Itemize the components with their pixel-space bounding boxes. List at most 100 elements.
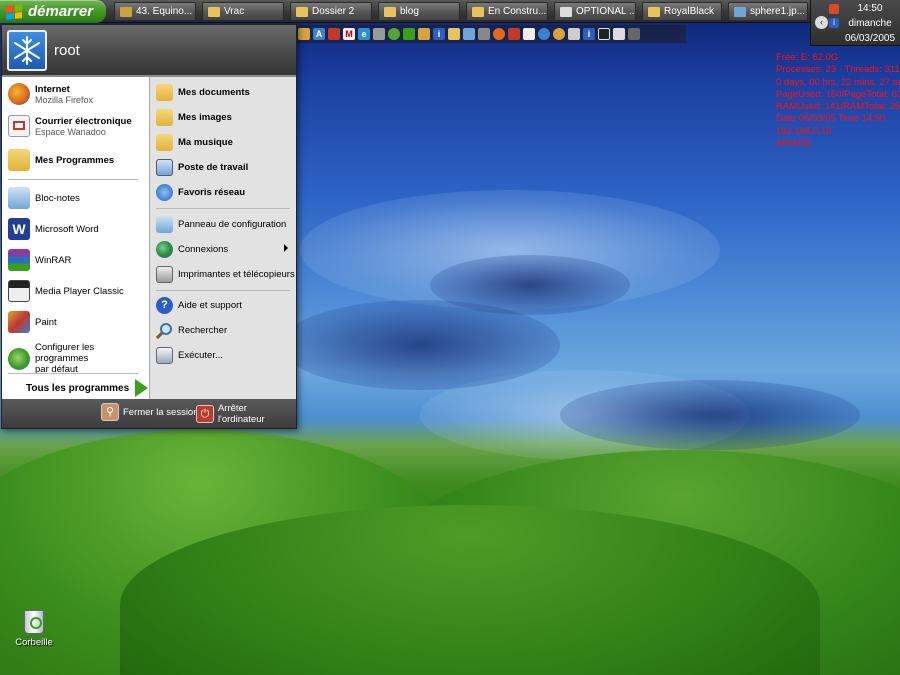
help-icon: ?: [156, 297, 173, 314]
app-icon[interactable]: [613, 28, 625, 40]
taskbar-button[interactable]: sphere1.jp...: [728, 2, 808, 21]
app-icon[interactable]: [403, 28, 415, 40]
menu-item-connections[interactable]: Connexions: [156, 241, 294, 258]
app-icon[interactable]: [538, 28, 550, 40]
menu-item-my-computer[interactable]: Poste de travail: [156, 159, 248, 176]
menu-item-notepad[interactable]: Bloc-notes: [8, 187, 80, 209]
info-icon[interactable]: i: [583, 28, 595, 40]
folder-icon: [120, 6, 132, 17]
app-icon[interactable]: [388, 28, 400, 40]
app-icon[interactable]: [328, 28, 340, 40]
menu-item-label: Microsoft Word: [35, 223, 99, 235]
mail-icon: [8, 115, 30, 137]
menu-item-paint[interactable]: Paint: [8, 311, 57, 333]
menu-item-email[interactable]: Courrier électronique Espace Wanadoo: [8, 115, 132, 137]
menu-item-printers[interactable]: Imprimantes et télécopieurs: [156, 266, 295, 283]
menu-item-help[interactable]: ? Aide et support: [156, 297, 242, 314]
start-menu: root Internet Mozilla Firefox Courrier é…: [1, 24, 297, 429]
network-tray-icon[interactable]: [829, 4, 839, 14]
start-menu-left-pane: Internet Mozilla Firefox Courrier électr…: [2, 77, 149, 399]
show-hidden-icons-button[interactable]: ‹: [815, 16, 828, 29]
winrar-icon: [8, 249, 30, 271]
menu-item-word[interactable]: W Microsoft Word: [8, 218, 99, 240]
menu-item-subtitle: Mozilla Firefox: [35, 94, 94, 105]
clock-day: dimanche: [848, 18, 892, 29]
windows-logo-icon: [6, 3, 22, 20]
sysinfo-line: Date 06/03/05 Time 14:50: [776, 113, 886, 125]
logoff-button[interactable]: ⚲ Fermer la session: [101, 403, 199, 421]
menu-item-title: Internet: [35, 83, 70, 95]
taskbar-button[interactable]: Dossier 2: [290, 2, 372, 21]
taskbar-button[interactable]: RoyalBlack: [642, 2, 722, 21]
menu-item-label: Ma musique: [178, 137, 233, 148]
menu-item-label: Configurer les programmes: [35, 342, 95, 364]
app-icon[interactable]: M: [343, 28, 355, 40]
avatar[interactable]: [7, 30, 47, 71]
defaults-icon: [8, 347, 30, 370]
app-icon[interactable]: [523, 28, 535, 40]
app-icon[interactable]: [568, 28, 580, 40]
menu-item-my-pictures[interactable]: Mes images: [156, 109, 232, 126]
taskbar-button[interactable]: Vrac: [202, 2, 284, 21]
menu-item-label: Mes documents: [178, 87, 250, 98]
menu-item-run[interactable]: Exécuter...: [156, 347, 223, 364]
recycle-bin-label: Corbeille: [15, 637, 53, 648]
menu-item-control-panel[interactable]: Panneau de configuration: [156, 216, 286, 233]
taskbar-button[interactable]: blog: [378, 2, 460, 21]
taskbar-button-label: blog: [400, 6, 419, 17]
sysinfo-line: ARIANE: [776, 138, 812, 150]
taskbar-button[interactable]: OPTIONAL ...: [554, 2, 636, 21]
menu-item-network-places[interactable]: Favoris réseau: [156, 184, 245, 201]
menu-item-default-programs[interactable]: Configurer les programmes par défaut: [8, 342, 149, 375]
app-icon[interactable]: [478, 28, 490, 40]
app-icon[interactable]: [493, 28, 505, 40]
menu-item-label: Aide et support: [178, 300, 242, 311]
menu-item-search[interactable]: Rechercher: [155, 322, 227, 340]
app-icon[interactable]: A: [313, 28, 325, 40]
logoff-label: Fermer la session: [123, 406, 199, 418]
separator: [8, 373, 138, 374]
taskbar-button[interactable]: En Constru...: [466, 2, 548, 21]
menu-item-my-music[interactable]: Ma musique: [156, 134, 233, 151]
menu-item-subtitle: Espace Wanadoo: [35, 126, 106, 137]
app-icon[interactable]: [553, 28, 565, 40]
lightning-icon[interactable]: [298, 28, 310, 40]
sysinfo-line: 0 days, 00 hrs, 22 mins, 27 secs: [776, 76, 900, 88]
taskbar-button-label: 43. Equino...: [136, 6, 193, 17]
app-icon[interactable]: [463, 28, 475, 40]
menu-item-label: Imprimantes et télécopieurs: [178, 269, 295, 280]
computer-icon: [156, 159, 173, 176]
menu-item-internet[interactable]: Internet Mozilla Firefox: [8, 83, 93, 105]
clock-time[interactable]: 14:50: [841, 3, 899, 14]
start-button[interactable]: démarrer: [0, 0, 106, 23]
shutdown-button[interactable]: ⏻ Arrêter l'ordinateur: [196, 403, 296, 425]
app-icon[interactable]: [373, 28, 385, 40]
info-icon[interactable]: i: [829, 18, 839, 28]
connections-icon: [156, 241, 173, 258]
taskbar-button-label: RoyalBlack: [664, 6, 715, 17]
menu-item-media-player-classic[interactable]: Media Player Classic: [8, 280, 124, 302]
app-icon[interactable]: [598, 28, 610, 40]
app-icon[interactable]: [508, 28, 520, 40]
menu-item-title: Courrier électronique: [35, 115, 132, 127]
menu-item-label: Paint: [35, 316, 57, 328]
taskbar-button[interactable]: 43. Equino...: [114, 2, 196, 21]
menu-item-winrar[interactable]: WinRAR: [8, 249, 71, 271]
folder-icon: [8, 149, 30, 171]
app-icon[interactable]: [448, 28, 460, 40]
all-programs-label: Tous les programmes: [26, 382, 130, 394]
clock-date: 06/03/2005: [844, 33, 896, 44]
menu-item-my-programs[interactable]: Mes Programmes: [8, 149, 114, 171]
username: root: [54, 42, 80, 59]
ie-icon[interactable]: e: [358, 28, 370, 40]
info-icon[interactable]: i: [433, 28, 445, 40]
start-label: démarrer: [28, 3, 94, 20]
menu-item-my-documents[interactable]: Mes documents: [156, 84, 250, 101]
control-panel-icon: [156, 216, 173, 233]
app-icon[interactable]: [418, 28, 430, 40]
recycle-bin[interactable]: Corbeille: [14, 610, 54, 648]
firefox-icon: [8, 83, 30, 105]
app-icon[interactable]: [628, 28, 640, 40]
all-programs-button[interactable]: Tous les programmes: [26, 379, 149, 397]
word-icon: W: [8, 218, 30, 240]
